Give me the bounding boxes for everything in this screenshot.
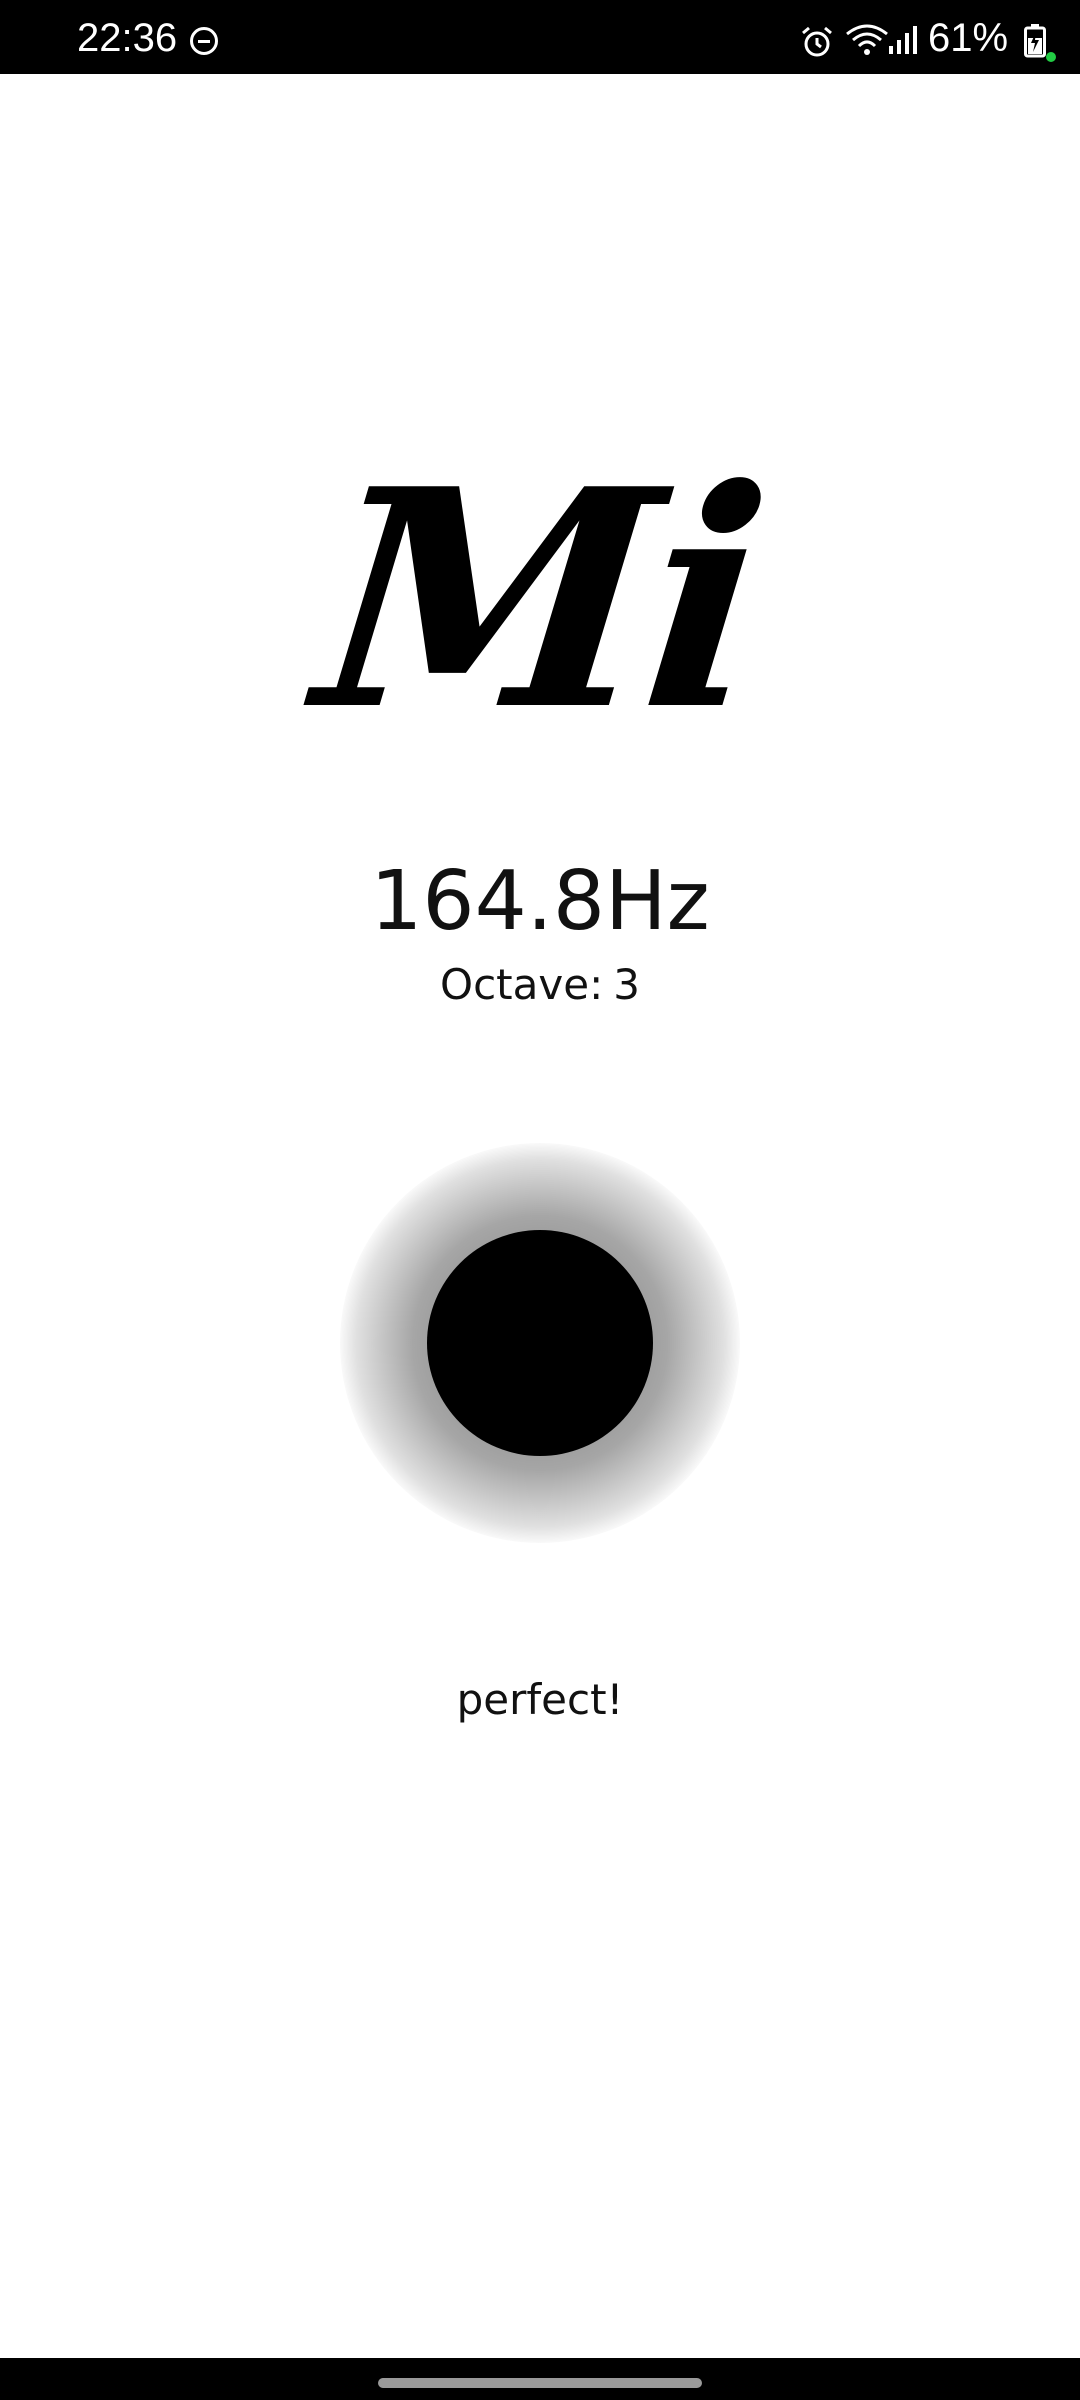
octave-label: Octave: (440, 960, 604, 1009)
navigation-bar (0, 2358, 1080, 2400)
privacy-indicator-dot (1046, 52, 1056, 62)
octave-readout: Octave: 3 (0, 955, 1080, 1015)
alarm-icon (802, 26, 832, 57)
frequency-readout: 164.8Hz (370, 854, 710, 949)
octave-value: 3 (613, 960, 640, 1009)
home-gesture-handle[interactable] (378, 2378, 702, 2388)
status-time: 22:36 (77, 16, 178, 60)
tuner-screen: 22:36 61% Mi 164.8Hz Octave: 3 perfect! (0, 0, 1080, 2400)
note-name: Mi (304, 423, 776, 776)
status-bar: 22:36 61% (0, 0, 1080, 74)
battery-charging-icon (1024, 24, 1046, 58)
do-not-disturb-icon (190, 27, 218, 55)
tuning-status-message: perfect! (456, 1675, 624, 1724)
signal-icon (889, 26, 917, 54)
wifi-icon (846, 24, 888, 55)
tuning-indicator-dot (427, 1230, 653, 1456)
battery-percent: 61% (928, 16, 1009, 60)
